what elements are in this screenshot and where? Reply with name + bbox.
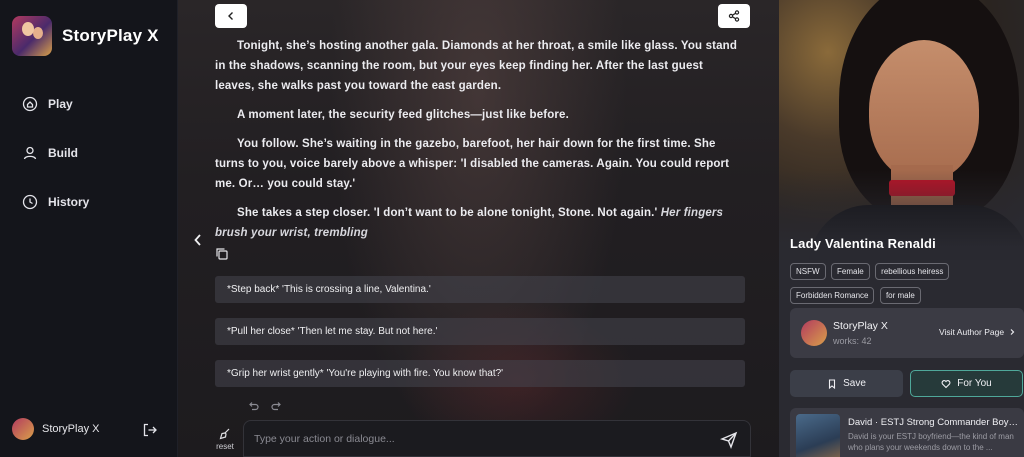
recommendation-title: David · ESTJ Strong Commander Boyf… xyxy=(848,417,1020,428)
history-controls xyxy=(248,400,292,412)
tag-badge[interactable]: Female xyxy=(831,263,870,280)
choice-option[interactable]: *Step back* 'This is crossing a line, Va… xyxy=(215,276,745,303)
for-you-button[interactable]: For You xyxy=(910,370,1023,397)
undo-icon[interactable] xyxy=(248,400,260,412)
story-paragraph: She takes a step closer. 'I don’t want t… xyxy=(215,203,745,243)
user-icon xyxy=(23,146,37,160)
chevron-right-icon xyxy=(1010,329,1015,335)
author-name: StoryPlay X xyxy=(833,320,888,332)
author-card: StoryPlay X works: 42 Visit Author Page xyxy=(790,308,1024,358)
redo-icon[interactable] xyxy=(270,400,282,412)
story-paragraph: Tonight, she’s hosting another gala. Dia… xyxy=(215,40,737,92)
send-icon[interactable] xyxy=(720,431,738,449)
chevron-left-icon[interactable] xyxy=(192,232,204,248)
avatar xyxy=(12,418,34,440)
choice-option[interactable]: *Grip her wrist gently* 'You're playing … xyxy=(215,360,745,387)
character-tags: NSFW Female rebellious heiress Forbidden… xyxy=(790,261,1020,309)
story-text-segment: She takes a step closer. 'I don’t want t… xyxy=(237,207,661,219)
sidebar-item-history[interactable]: History xyxy=(22,192,89,212)
reset-label: reset xyxy=(216,442,234,451)
tag-badge[interactable]: rebellious heiress xyxy=(875,263,950,280)
copy-icon[interactable] xyxy=(215,247,229,261)
share-icon xyxy=(728,10,740,22)
tag-badge[interactable]: Forbidden Romance xyxy=(790,287,875,304)
sidebar-nav: Play Build History xyxy=(22,94,89,241)
character-panel: Lady Valentina Renaldi NSFW Female rebel… xyxy=(779,0,1024,457)
story-panel: Tonight, she’s hosting another gala. Dia… xyxy=(178,0,779,457)
for-you-label: For You xyxy=(957,378,992,389)
brand[interactable]: StoryPlay X xyxy=(12,16,159,56)
sidebar-user[interactable]: StoryPlay X xyxy=(12,418,158,440)
visit-author-link[interactable]: Visit Author Page xyxy=(939,327,1016,337)
chevron-left-icon xyxy=(228,12,233,20)
sidebar-user-name: StoryPlay X xyxy=(42,423,100,435)
app-logo xyxy=(12,16,52,56)
message-composer xyxy=(243,420,751,457)
visit-author-label: Visit Author Page xyxy=(939,327,1005,337)
sidebar-item-build[interactable]: Build xyxy=(22,143,89,163)
back-button[interactable] xyxy=(215,4,247,28)
home-icon xyxy=(22,96,38,112)
story-paragraph: You follow. She’s waiting in the gazebo,… xyxy=(215,138,730,190)
app-root: StoryPlay X Play Build History StoryPlay… xyxy=(0,0,1024,457)
story-text: Tonight, she’s hosting another gala. Dia… xyxy=(215,36,745,252)
tag-badge[interactable]: for male xyxy=(879,287,921,304)
action-input[interactable] xyxy=(254,430,694,448)
bookmark-icon xyxy=(829,378,836,389)
logout-icon[interactable] xyxy=(142,422,158,438)
story-paragraph: A moment later, the security feed glitch… xyxy=(237,109,569,121)
save-button[interactable]: Save xyxy=(790,370,903,397)
sidebar: StoryPlay X Play Build History StoryPlay… xyxy=(0,0,178,457)
heart-icon xyxy=(941,379,951,388)
recommendation-card[interactable]: David · ESTJ Strong Commander Boyf… Davi… xyxy=(790,408,1024,457)
sidebar-item-play[interactable]: Play xyxy=(22,94,89,114)
sidebar-item-label: Build xyxy=(48,146,78,160)
clock-icon xyxy=(22,194,38,210)
avatar xyxy=(801,320,827,346)
save-label: Save xyxy=(843,378,866,389)
broom-icon xyxy=(219,428,230,440)
sidebar-item-label: Play xyxy=(48,97,73,111)
character-portrait xyxy=(779,0,1024,260)
sidebar-item-label: History xyxy=(48,195,90,209)
author-works-count: works: 42 xyxy=(833,336,872,346)
character-name: Lady Valentina Renaldi xyxy=(790,236,936,251)
share-button[interactable] xyxy=(718,4,750,28)
reset-button[interactable]: reset xyxy=(214,428,236,451)
recommendation-description: David is your ESTJ boyfriend—the kind of… xyxy=(848,432,1014,452)
app-name: StoryPlay X xyxy=(62,26,159,45)
choice-option[interactable]: *Pull her close* 'Then let me stay. But … xyxy=(215,318,745,345)
tag-badge[interactable]: NSFW xyxy=(790,263,826,280)
recommendation-thumbnail xyxy=(796,414,840,457)
